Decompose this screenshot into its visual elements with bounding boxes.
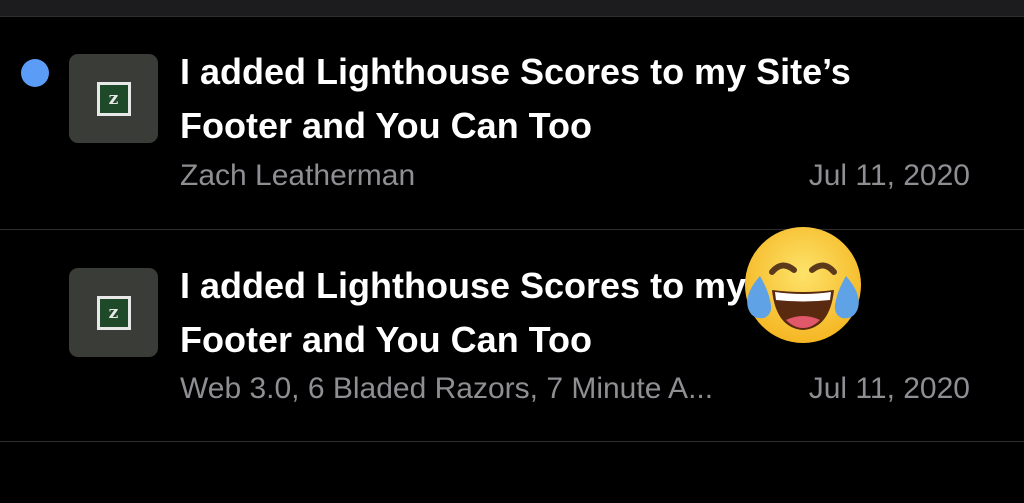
site-favicon-icon: z <box>69 268 158 357</box>
item-title-line2: Footer and You Can Too <box>180 105 592 146</box>
favicon-letter: z <box>96 81 131 116</box>
top-bar <box>0 0 1024 16</box>
tears-of-joy-emoji-icon <box>745 227 861 343</box>
item-title-line1: I added Lighthouse Scores to my Site’s <box>180 51 851 92</box>
item-date: Jul 11, 2020 <box>808 159 970 192</box>
divider <box>0 441 1024 442</box>
feed-item[interactable]: z I added Lighthouse Scores to my Site’s… <box>0 230 1024 442</box>
item-source: Web 3.0, 6 Bladed Razors, 7 Minute A... <box>180 372 714 405</box>
item-source: Zach Leatherman <box>180 159 416 192</box>
item-date: Jul 11, 2020 <box>808 372 970 405</box>
site-favicon-icon: z <box>69 54 158 143</box>
favicon-letter: z <box>96 295 131 330</box>
unread-dot-icon <box>21 59 49 87</box>
feed-item[interactable]: z I added Lighthouse Scores to my Site’s… <box>0 17 1024 229</box>
